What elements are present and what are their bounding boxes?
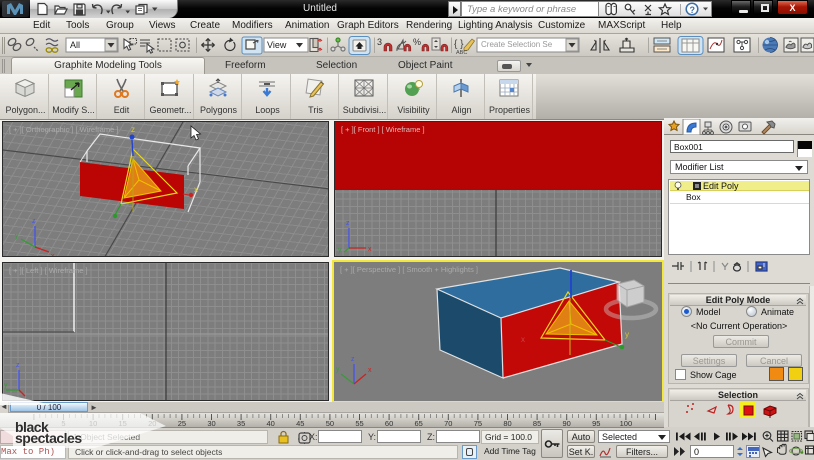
svg-text:[ + ][ Orthographic ] [ Wiref: [ + ][ Orthographic ] [ Wireframe ] bbox=[9, 125, 118, 134]
svg-text:z: z bbox=[351, 356, 355, 363]
svg-text:55: 55 bbox=[355, 419, 363, 428]
svg-text:65: 65 bbox=[415, 419, 423, 428]
svg-text:y: y bbox=[625, 330, 629, 339]
svg-text:60: 60 bbox=[385, 419, 393, 428]
svg-text:[ + ][ Front ] [ Wireframe ]: [ + ][ Front ] [ Wireframe ] bbox=[341, 125, 425, 134]
svg-text:70: 70 bbox=[444, 419, 452, 428]
svg-text:%: % bbox=[413, 37, 421, 47]
svg-text:95: 95 bbox=[592, 419, 600, 428]
svg-text:3: 3 bbox=[377, 37, 382, 47]
svg-text:y: y bbox=[338, 247, 342, 254]
svg-text:All: All bbox=[70, 40, 80, 50]
svg-text:?: ? bbox=[690, 5, 696, 15]
svg-text:45: 45 bbox=[296, 419, 304, 428]
svg-text:y: y bbox=[15, 233, 19, 240]
svg-text:ABC: ABC bbox=[456, 50, 467, 56]
svg-text:x: x bbox=[368, 367, 372, 374]
svg-text:100: 100 bbox=[620, 419, 633, 428]
svg-text:85: 85 bbox=[533, 419, 541, 428]
svg-text:40: 40 bbox=[267, 419, 275, 428]
svg-text:x: x bbox=[194, 185, 198, 194]
svg-text:x: x bbox=[521, 335, 525, 344]
svg-text:75: 75 bbox=[474, 419, 482, 428]
svg-text:x: x bbox=[51, 253, 55, 257]
svg-text:[ + ][ Left ] [ Wireframe ]: [ + ][ Left ] [ Wireframe ] bbox=[9, 266, 88, 275]
svg-text:z: z bbox=[32, 218, 36, 225]
svg-text:90: 90 bbox=[563, 419, 571, 428]
svg-text:Create Selection Se: Create Selection Se bbox=[481, 40, 553, 49]
svg-text:y: y bbox=[4, 382, 8, 389]
svg-text:y: y bbox=[336, 366, 340, 373]
svg-text:z: z bbox=[131, 125, 135, 134]
svg-text:x: x bbox=[368, 246, 372, 253]
svg-text:50: 50 bbox=[326, 419, 334, 428]
svg-text:View: View bbox=[267, 40, 287, 50]
svg-text:z: z bbox=[346, 220, 350, 227]
svg-text:z: z bbox=[16, 362, 20, 369]
svg-text:80: 80 bbox=[503, 419, 511, 428]
svg-text:{ }: { } bbox=[454, 39, 464, 50]
svg-text:[ + ][ Perspective ] [ Smoot: [ + ][ Perspective ] [ Smooth + Highligh… bbox=[340, 265, 478, 274]
